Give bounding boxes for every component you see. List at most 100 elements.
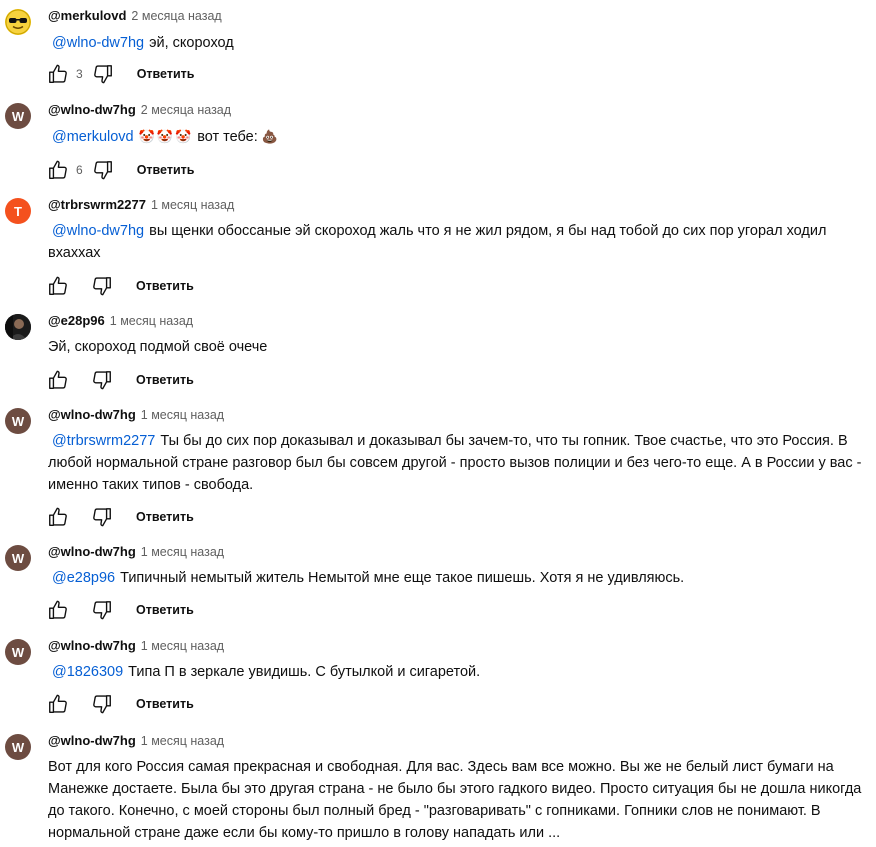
like-button[interactable] xyxy=(46,62,70,86)
reply-button[interactable]: Ответить xyxy=(136,373,194,387)
comment-text: @merkulovd 🤡 🤡 🤡 вот тебе: 💩 xyxy=(48,126,868,148)
dislike-button[interactable] xyxy=(90,505,114,529)
comment-text: Эй, скороход подмой своё очече xyxy=(48,336,868,358)
avatar[interactable] xyxy=(5,9,31,35)
comment-actions: 3 Ответить xyxy=(46,62,194,86)
comment-actions: Ответить xyxy=(46,368,194,392)
like-count: 3 xyxy=(76,67,83,81)
avatar[interactable]: T xyxy=(5,198,31,224)
like-count: 6 xyxy=(76,163,83,177)
reply-button[interactable]: Ответить xyxy=(136,603,194,617)
comment-text: Вот для кого Россия самая прекрасная и с… xyxy=(48,756,868,844)
thumb-down-icon xyxy=(93,695,111,714)
comment-header: @wlno-dw7hg 1 месяц назад xyxy=(48,544,224,564)
avatar[interactable] xyxy=(5,314,31,340)
comment-header: @e28p96 1 месяц назад xyxy=(48,313,193,333)
sunglasses-face-icon xyxy=(5,9,31,35)
author-name[interactable]: @e28p96 xyxy=(48,313,105,328)
thumb-down-icon xyxy=(93,371,111,390)
avatar[interactable]: W xyxy=(5,639,31,665)
comment-body: Ты бы до сих пор доказывал и доказывал б… xyxy=(48,433,862,493)
mention-link[interactable]: @merkulovd xyxy=(52,129,134,145)
thumb-up-icon xyxy=(49,64,67,83)
thumb-up-icon xyxy=(49,370,67,389)
dislike-button[interactable] xyxy=(90,692,114,716)
like-button[interactable] xyxy=(46,274,70,298)
photo-avatar-icon xyxy=(5,314,31,340)
dislike-button[interactable] xyxy=(91,158,115,182)
timestamp[interactable]: 1 месяц назад xyxy=(141,639,224,653)
thumb-up-icon xyxy=(49,160,67,179)
comment-actions: Ответить xyxy=(46,274,194,298)
like-button[interactable] xyxy=(46,505,70,529)
comment-text: @1826309 Типа П в зеркале увидишь. С буты… xyxy=(48,661,868,683)
author-name[interactable]: @merkulovd xyxy=(48,8,126,23)
comment-text: @trbrswrm2277 Ты бы до сих пор доказывал … xyxy=(48,430,868,496)
like-button[interactable] xyxy=(46,598,70,622)
comment-header: @wlno-dw7hg 1 месяц назад xyxy=(48,638,224,658)
clown-emoji: 🤡 xyxy=(138,129,155,144)
comment-text: @e28p96 Типичный немытый житель Немытой м… xyxy=(48,567,868,589)
avatar[interactable]: W xyxy=(5,103,31,129)
mention-link[interactable]: @wlno-dw7hg xyxy=(52,223,144,239)
reply-button[interactable]: Ответить xyxy=(136,279,194,293)
reply-button[interactable]: Ответить xyxy=(136,697,194,711)
comment-body: Типичный немытый житель Немытой мне еще … xyxy=(120,570,685,586)
mention-link[interactable]: @1826309 xyxy=(52,664,123,680)
dislike-button[interactable] xyxy=(90,274,114,298)
thumb-down-icon xyxy=(93,508,111,527)
reply-button[interactable]: Ответить xyxy=(136,510,194,524)
comment-text: @wlno-dw7hg эй, скороход xyxy=(48,32,868,54)
comment-body: вот тебе: xyxy=(197,129,258,145)
comment-header: @trbrswrm2277 1 месяц назад xyxy=(48,197,234,217)
mention-link[interactable]: @wlno-dw7hg xyxy=(52,35,144,51)
comment-actions: Ответить xyxy=(46,505,194,529)
thumb-down-icon xyxy=(93,65,112,84)
author-name[interactable]: @wlno-dw7hg xyxy=(48,407,136,422)
thumb-up-icon xyxy=(49,600,67,619)
mention-link[interactable]: @trbrswrm2277 xyxy=(52,433,155,449)
reply-button[interactable]: Ответить xyxy=(137,67,195,81)
comment-body: Типа П в зеркале увидишь. С бутылкой и с… xyxy=(128,664,481,680)
thumb-down-icon xyxy=(93,277,111,296)
avatar[interactable]: W xyxy=(5,408,31,434)
comment-header: @wlno-dw7hg 1 месяц назад xyxy=(48,733,224,753)
author-name[interactable]: @trbrswrm2277 xyxy=(48,197,146,212)
timestamp[interactable]: 1 месяц назад xyxy=(110,314,193,328)
like-button[interactable] xyxy=(46,692,70,716)
clown-emoji: 🤡 xyxy=(156,129,173,144)
comment-header: @wlno-dw7hg 1 месяц назад xyxy=(48,407,224,427)
timestamp[interactable]: 2 месяца назад xyxy=(141,103,231,117)
comment-body: Эй, скороход подмой своё очече xyxy=(48,339,268,355)
comment-header: @merkulovd 2 месяца назад xyxy=(48,8,222,28)
comment-actions: 6 Ответить xyxy=(46,158,194,182)
timestamp[interactable]: 1 месяц назад xyxy=(141,734,224,748)
dislike-button[interactable] xyxy=(91,62,115,86)
comment-body: вы щенки обоссаные эй скороход жаль что … xyxy=(48,223,827,261)
thumb-up-icon xyxy=(49,694,67,713)
thumb-down-icon xyxy=(93,601,111,620)
comments-list: @merkulovd 2 месяца назад @wlno-dw7hg эй,… xyxy=(0,0,876,847)
reply-button[interactable]: Ответить xyxy=(137,163,195,177)
author-name[interactable]: @wlno-dw7hg xyxy=(48,102,136,117)
poop-emoji: 💩 xyxy=(261,129,278,144)
dislike-button[interactable] xyxy=(90,368,114,392)
dislike-button[interactable] xyxy=(90,598,114,622)
mention-link[interactable]: @e28p96 xyxy=(52,570,115,586)
timestamp[interactable]: 1 месяц назад xyxy=(141,545,224,559)
comment-body: эй, скороход xyxy=(149,35,234,51)
author-name[interactable]: @wlno-dw7hg xyxy=(48,733,136,748)
timestamp[interactable]: 1 месяц назад xyxy=(151,198,234,212)
timestamp[interactable]: 1 месяц назад xyxy=(141,408,224,422)
comment-body: Вот для кого Россия самая прекрасная и с… xyxy=(48,759,862,841)
like-button[interactable] xyxy=(46,158,70,182)
comment-actions: Ответить xyxy=(46,692,194,716)
thumb-up-icon xyxy=(49,276,67,295)
timestamp[interactable]: 2 месяца назад xyxy=(131,9,221,23)
author-name[interactable]: @wlno-dw7hg xyxy=(48,544,136,559)
author-name[interactable]: @wlno-dw7hg xyxy=(48,638,136,653)
avatar[interactable]: W xyxy=(5,734,31,760)
avatar[interactable]: W xyxy=(5,545,31,571)
like-button[interactable] xyxy=(46,368,70,392)
clown-emoji: 🤡 xyxy=(174,129,192,144)
